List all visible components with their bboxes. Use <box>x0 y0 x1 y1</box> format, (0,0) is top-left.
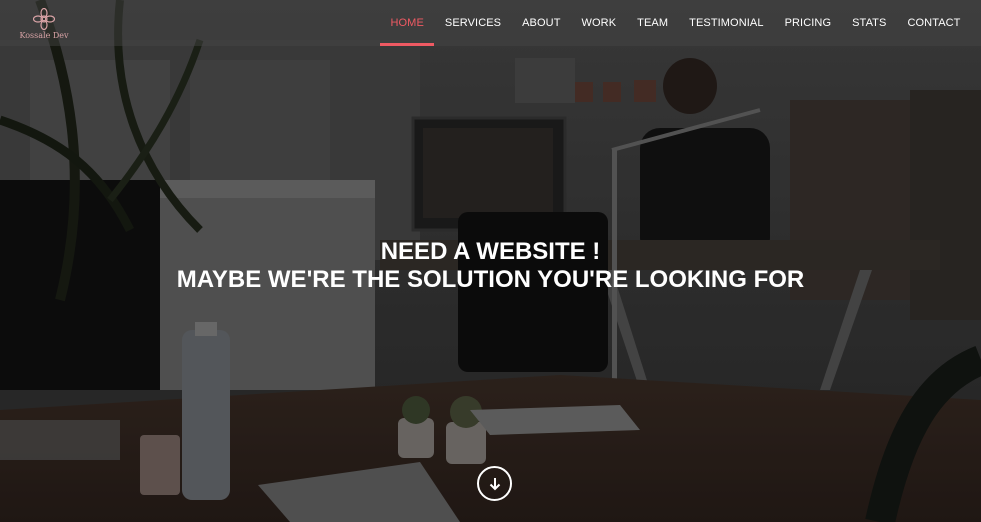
hero-headline: NEED A WEBSITE ! MAYBE WE'RE THE SOLUTIO… <box>0 238 981 294</box>
flower-logo-icon <box>33 8 55 30</box>
hero-title-line-1: NEED A WEBSITE ! <box>380 238 601 265</box>
nav-item-stats[interactable]: STATS <box>842 0 897 46</box>
hero-section: Kossale Dev HOME SERVICES ABOUT WORK TEA… <box>0 0 981 522</box>
scroll-down-button[interactable] <box>477 466 512 501</box>
nav-item-team[interactable]: TEAM <box>627 0 679 46</box>
nav-item-home[interactable]: HOME <box>379 0 435 46</box>
nav-item-contact[interactable]: CONTACT <box>897 0 971 46</box>
brand-logo[interactable]: Kossale Dev <box>18 8 70 42</box>
brand-name: Kossale Dev <box>19 31 69 40</box>
nav-item-services[interactable]: SERVICES <box>434 0 511 46</box>
arrow-down-icon <box>489 477 500 490</box>
nav-item-work[interactable]: WORK <box>571 0 627 46</box>
nav-item-testimonial[interactable]: TESTIMONIAL <box>679 0 774 46</box>
nav-item-pricing[interactable]: PRICING <box>774 0 842 46</box>
top-navbar: Kossale Dev HOME SERVICES ABOUT WORK TEA… <box>0 0 981 46</box>
main-menu: HOME SERVICES ABOUT WORK TEAM TESTIMONIA… <box>379 0 971 46</box>
nav-item-about[interactable]: ABOUT <box>512 0 571 46</box>
hero-title-line-2: MAYBE WE'RE THE SOLUTION YOU'RE LOOKING … <box>176 266 805 293</box>
